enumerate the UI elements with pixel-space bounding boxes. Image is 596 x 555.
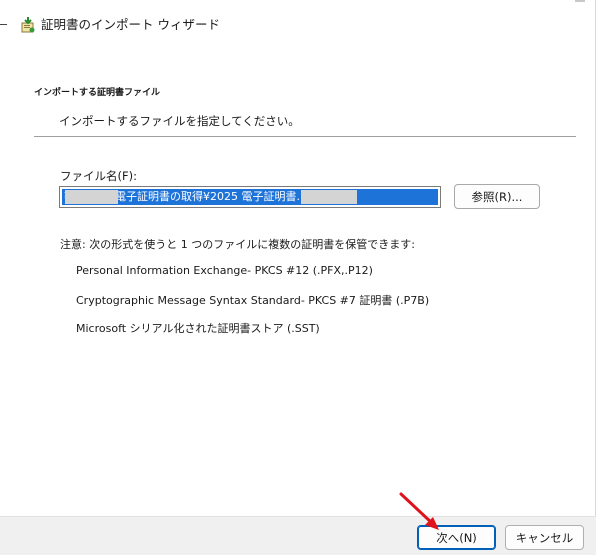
format-item: Cryptographic Message Syntax Standard- P…	[76, 294, 430, 307]
format-note: 注意: 次の形式を使うと 1 つのファイルに複数の証明書を保管できます:	[60, 238, 415, 251]
window-title: 証明書のインポート ウィザード	[41, 17, 220, 32]
next-button[interactable]: 次へ(N)	[417, 525, 496, 550]
format-item: Personal Information Exchange- PKCS #12 …	[76, 264, 373, 277]
file-name-label: ファイル名(F):	[60, 169, 137, 183]
certificate-import-icon	[19, 16, 37, 34]
top-right-edge	[575, 0, 585, 2]
redacted-segment	[301, 190, 357, 204]
certificate-import-wizard-window: 証明書のインポート ウィザード インポートする証明書ファイル インポートするファ…	[0, 0, 596, 555]
format-item: Microsoft シリアル化された証明書ストア (.SST)	[76, 322, 320, 335]
cancel-button[interactable]: キャンセル	[505, 525, 584, 550]
browse-button[interactable]: 参照(R)...	[454, 184, 540, 209]
file-name-input[interactable]: ¥商業登記電子証明書の取得¥2025 電子証明書.p12	[59, 186, 441, 208]
section-heading: インポートする証明書ファイル	[34, 88, 161, 98]
header-divider	[34, 136, 576, 137]
title-bar: 証明書のインポート ウィザード	[0, 0, 596, 52]
section-description: インポートするファイルを指定してください。	[59, 114, 300, 128]
redacted-segment	[65, 190, 118, 204]
